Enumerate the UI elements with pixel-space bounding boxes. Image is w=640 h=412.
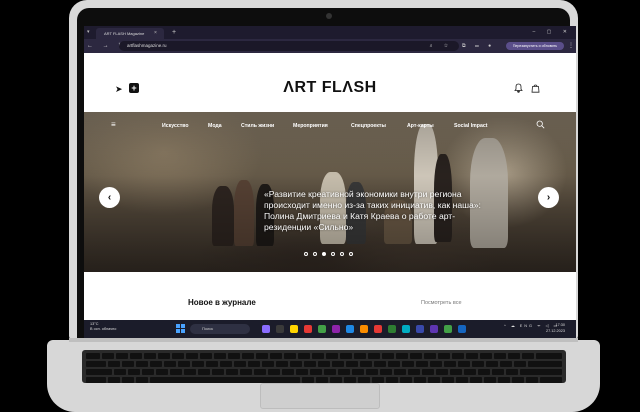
bookmark-star-icon[interactable]: ⌕ ☆ — [430, 41, 453, 51]
plus-icon[interactable]: + — [129, 83, 139, 93]
prev-slide-button[interactable]: ‹ — [99, 187, 120, 208]
tab-title: ART FLASH Magazine — [104, 31, 145, 36]
clock[interactable]: 17:30 27.12.2023 — [546, 323, 565, 334]
taskbar-app-icon[interactable] — [458, 325, 466, 333]
nav-item-art[interactable]: Искусство — [162, 121, 189, 131]
taskbar-app-icon[interactable] — [346, 325, 354, 333]
taskbar-app-icon[interactable] — [402, 325, 410, 333]
weather-text: В осн. облачно — [90, 327, 117, 331]
hero-headline[interactable]: «Развитие креативной экономики внутри ре… — [264, 189, 494, 233]
start-icon[interactable] — [176, 324, 185, 333]
taskbar-app-icon[interactable] — [304, 325, 312, 333]
taskbar-app-icon[interactable] — [318, 325, 326, 333]
bag-icon[interactable] — [531, 83, 540, 95]
telegram-icon[interactable]: ➤ — [115, 84, 123, 94]
nav-item-special-projects[interactable]: Спецпроекты — [351, 121, 386, 131]
url-text: artflashmagazine.ru — [127, 43, 167, 48]
hamburger-icon[interactable]: ≡ — [111, 120, 116, 130]
browser-menu-icon[interactable]: ⋮ — [568, 39, 574, 53]
slide-dot[interactable] — [304, 252, 308, 256]
clock-date: 27.12.2023 — [546, 328, 566, 333]
laptop-screen: ▾ ART FLASH Magazine × + – ▢ ✕ ← → ↻ art… — [84, 26, 576, 338]
next-slide-button[interactable]: › — [538, 187, 559, 208]
taskbar-app-icon[interactable] — [444, 325, 452, 333]
browser-tab-bar: ▾ ART FLASH Magazine × + – ▢ ✕ — [84, 26, 576, 39]
bell-icon[interactable] — [514, 83, 523, 95]
taskbar-app-icon[interactable] — [430, 325, 438, 333]
taskbar-app-icon[interactable] — [374, 325, 382, 333]
touchpad — [260, 383, 380, 409]
taskbar-app-icon[interactable] — [360, 325, 368, 333]
address-bar[interactable]: artflashmagazine.ru ⌕ ☆ — [119, 41, 459, 51]
tab-search-icon[interactable]: ▾ — [87, 28, 94, 36]
webcam — [326, 13, 332, 19]
taskbar-search[interactable]: Поиск — [190, 324, 250, 334]
see-all-link[interactable]: Посмотреть все — [421, 299, 462, 308]
tab-close-icon[interactable]: × — [154, 28, 157, 39]
taskbar-search-label: Поиск — [202, 326, 214, 331]
taskbar-app-icon[interactable] — [332, 325, 340, 333]
site-header: ➤ + ΛRT FLΛSH — [84, 53, 576, 112]
keyboard — [82, 350, 566, 383]
slide-dot[interactable] — [331, 252, 335, 256]
extensions-icon[interactable]: ⧉ ▭ ● — [462, 39, 495, 53]
hero-carousel[interactable]: ≡ Искусство Мода Стиль жизни Мероприятия… — [84, 112, 576, 272]
window-controls[interactable]: – ▢ ✕ — [533, 27, 572, 38]
taskbar-app-icon[interactable] — [276, 325, 284, 333]
slide-dot-active[interactable] — [322, 252, 326, 256]
taskbar: 13°C В осн. облачно Поиск ^ ☁ ENG ᯤ ◁ ▭ … — [84, 320, 576, 338]
taskbar-app-icon[interactable] — [262, 325, 270, 333]
taskbar-app-icon[interactable] — [388, 325, 396, 333]
taskbar-app-icon[interactable] — [416, 325, 424, 333]
taskbar-app-icon[interactable] — [290, 325, 298, 333]
slide-dot[interactable] — [340, 252, 344, 256]
slide-indicators — [304, 252, 364, 258]
section-title: Новое в журнале — [188, 298, 256, 307]
nav-item-events[interactable]: Мероприятия — [293, 121, 328, 131]
nav-item-art-maps[interactable]: Арт-карты — [407, 121, 434, 131]
nav-item-social-impact[interactable]: Social Impact — [454, 121, 487, 131]
slide-dot[interactable] — [349, 252, 353, 256]
laptop-hinge — [69, 338, 578, 342]
browser-toolbar: ← → ↻ artflashmagazine.ru ⌕ ☆ ⧉ ▭ ● Пере… — [84, 39, 576, 53]
search-icon[interactable] — [536, 120, 545, 132]
new-tab-button[interactable]: + — [172, 27, 176, 38]
site-logo[interactable]: ΛRT FLΛSH — [274, 80, 386, 96]
nav-item-fashion[interactable]: Мода — [208, 121, 222, 131]
update-button[interactable]: Перезапустить и обновить — [506, 42, 564, 50]
weather-widget[interactable]: 13°C В осн. облачно — [90, 322, 116, 332]
slide-dot[interactable] — [313, 252, 317, 256]
nav-item-lifestyle[interactable]: Стиль жизни — [241, 121, 274, 131]
